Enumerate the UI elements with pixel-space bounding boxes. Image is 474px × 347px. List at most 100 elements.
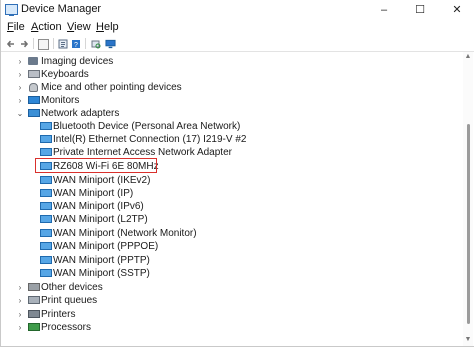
toolbar-separator: [33, 38, 34, 49]
tree-item-print-queues[interactable]: › Print queues: [1, 294, 461, 307]
menu-help-accel: H: [96, 21, 104, 33]
tree-item-network-adapter[interactable]: WAN Miniport (IP): [1, 187, 461, 200]
tree-item-label: Mice and other pointing devices: [41, 82, 182, 93]
expand-arrow-icon[interactable]: ›: [16, 294, 24, 307]
scan-for-hardware-changes-icon[interactable]: [90, 38, 101, 49]
menu-file-label: ile: [13, 21, 25, 33]
tree-item-label: Bluetooth Device (Personal Area Network): [53, 121, 241, 132]
camera-icon: [28, 57, 38, 65]
device-manager-window: Device Manager – ☐ ✕ File Action View He…: [0, 0, 474, 347]
expand-arrow-icon[interactable]: ›: [16, 55, 24, 68]
tree-item-label: Imaging devices: [41, 56, 114, 67]
tree-item-label: WAN Miniport (IPv6): [53, 201, 144, 212]
toolbar-separator: [85, 38, 86, 49]
network-adapter-icon: [28, 109, 40, 117]
tree-item-network-adapter[interactable]: Intel(R) Ethernet Connection (17) I219-V…: [1, 133, 461, 146]
tree-item-imaging-devices[interactable]: › Imaging devices: [1, 55, 461, 68]
network-adapter-icon: [40, 176, 52, 184]
tree-item-label: WAN Miniport (IP): [53, 188, 134, 199]
tree-item-label: WAN Miniport (L2TP): [53, 214, 148, 225]
tree-item-network-adapter[interactable]: WAN Miniport (SSTP): [1, 267, 461, 280]
expand-arrow-icon[interactable]: ›: [16, 68, 24, 81]
toolbar: ?: [1, 36, 474, 52]
menu-action-label: ction: [38, 21, 62, 33]
scroll-down-arrow-icon[interactable]: ▼: [463, 336, 473, 343]
expand-arrow-icon[interactable]: ›: [16, 94, 24, 107]
network-adapter-icon: [40, 122, 52, 130]
tree-item-other-devices[interactable]: › Other devices: [1, 281, 461, 294]
menu-file-accel: F: [7, 21, 14, 33]
keyboard-icon: [28, 70, 40, 78]
view-devices-icon[interactable]: [105, 38, 116, 49]
scrollbar-thumb[interactable]: [467, 124, 470, 324]
svg-text:?: ?: [74, 42, 78, 49]
menu-action[interactable]: Action: [31, 21, 62, 33]
collapse-arrow-icon[interactable]: ⌄: [16, 107, 24, 120]
menu-help[interactable]: Help: [96, 21, 119, 33]
menu-view-label: iew: [74, 21, 91, 33]
tree-item-label: Print queues: [41, 295, 98, 306]
monitor-icon: [28, 96, 40, 104]
minimize-button[interactable]: –: [367, 0, 401, 20]
tree-item-network-adapter[interactable]: WAN Miniport (IPv6): [1, 200, 461, 213]
forward-icon[interactable]: [18, 38, 29, 49]
network-adapter-icon: [40, 256, 52, 264]
tree-item-monitors[interactable]: › Monitors: [1, 94, 461, 107]
tree-item-label: WAN Miniport (Network Monitor): [53, 228, 197, 239]
tree-item-label: WAN Miniport (IKEv2): [53, 175, 151, 186]
tree-item-network-adapter[interactable]: WAN Miniport (PPPOE): [1, 240, 461, 253]
menu-view[interactable]: View: [67, 21, 91, 33]
expand-arrow-icon[interactable]: ›: [16, 308, 24, 321]
close-button[interactable]: ✕: [440, 0, 474, 20]
network-adapter-icon: [40, 269, 52, 277]
network-adapter-icon: [40, 148, 52, 156]
tree-item-network-adapter[interactable]: WAN Miniport (IKEv2): [1, 174, 461, 187]
tree-item-label: WAN Miniport (PPPOE): [53, 241, 159, 252]
vertical-scrollbar[interactable]: ▲ ▼: [463, 52, 473, 346]
show-hide-console-tree-icon[interactable]: [38, 39, 49, 50]
maximize-button[interactable]: ☐: [403, 0, 437, 20]
help-icon[interactable]: ?: [70, 38, 81, 49]
tree-item-label: Intel(R) Ethernet Connection (17) I219-V…: [53, 134, 247, 145]
tree-item-network-adapter[interactable]: WAN Miniport (L2TP): [1, 213, 461, 226]
network-adapter-icon: [40, 242, 52, 250]
tree-item-network-adapter[interactable]: Bluetooth Device (Personal Area Network): [1, 120, 461, 133]
network-adapter-icon: [40, 229, 52, 237]
menu-file[interactable]: File: [7, 21, 25, 33]
tree-item-label: WAN Miniport (PPTP): [53, 255, 150, 266]
tree-item-label: Keyboards: [41, 69, 89, 80]
tree-item-label: Other devices: [41, 282, 103, 293]
tree-item-label: Processors: [41, 322, 92, 333]
tree-item-label: Monitors: [41, 95, 80, 106]
tree-item-processors[interactable]: › Processors: [1, 321, 461, 334]
toolbar-separator: [53, 38, 54, 49]
properties-icon[interactable]: [57, 38, 68, 49]
network-adapter-icon: [40, 215, 52, 223]
back-icon[interactable]: [5, 38, 16, 49]
print-queue-icon: [28, 296, 40, 304]
tree-item-network-adapter[interactable]: WAN Miniport (Network Monitor): [1, 227, 461, 240]
expand-arrow-icon[interactable]: ›: [16, 321, 24, 334]
device-manager-app-icon: [5, 4, 18, 16]
printer-icon: [28, 310, 40, 318]
scroll-up-arrow-icon[interactable]: ▲: [463, 53, 473, 60]
tree-item-label: Network adapters: [41, 108, 120, 119]
unknown-device-icon: [28, 283, 40, 291]
tree-item-mice[interactable]: › Mice and other pointing devices: [1, 81, 461, 94]
title-bar: Device Manager – ☐ ✕: [1, 0, 474, 20]
tree-item-printers[interactable]: › Printers: [1, 308, 461, 321]
tree-item-keyboards[interactable]: › Keyboards: [1, 68, 461, 81]
processor-icon: [28, 323, 40, 331]
menu-help-label: elp: [103, 21, 119, 33]
menu-bar: File Action View Help: [1, 20, 474, 35]
mouse-icon: [29, 83, 38, 92]
tree-item-label: Printers: [41, 309, 76, 320]
tree-item-network-adapter[interactable]: WAN Miniport (PPTP): [1, 254, 461, 267]
device-tree: › Imaging devices › Keyboards › Mice and…: [1, 52, 461, 346]
network-adapter-icon: [40, 202, 52, 210]
window-title: Device Manager: [21, 3, 102, 15]
expand-arrow-icon[interactable]: ›: [16, 281, 24, 294]
tree-item-label: WAN Miniport (SSTP): [53, 268, 150, 279]
tree-item-network-adapters[interactable]: ⌄ Network adapters: [1, 107, 461, 120]
expand-arrow-icon[interactable]: ›: [16, 81, 24, 94]
